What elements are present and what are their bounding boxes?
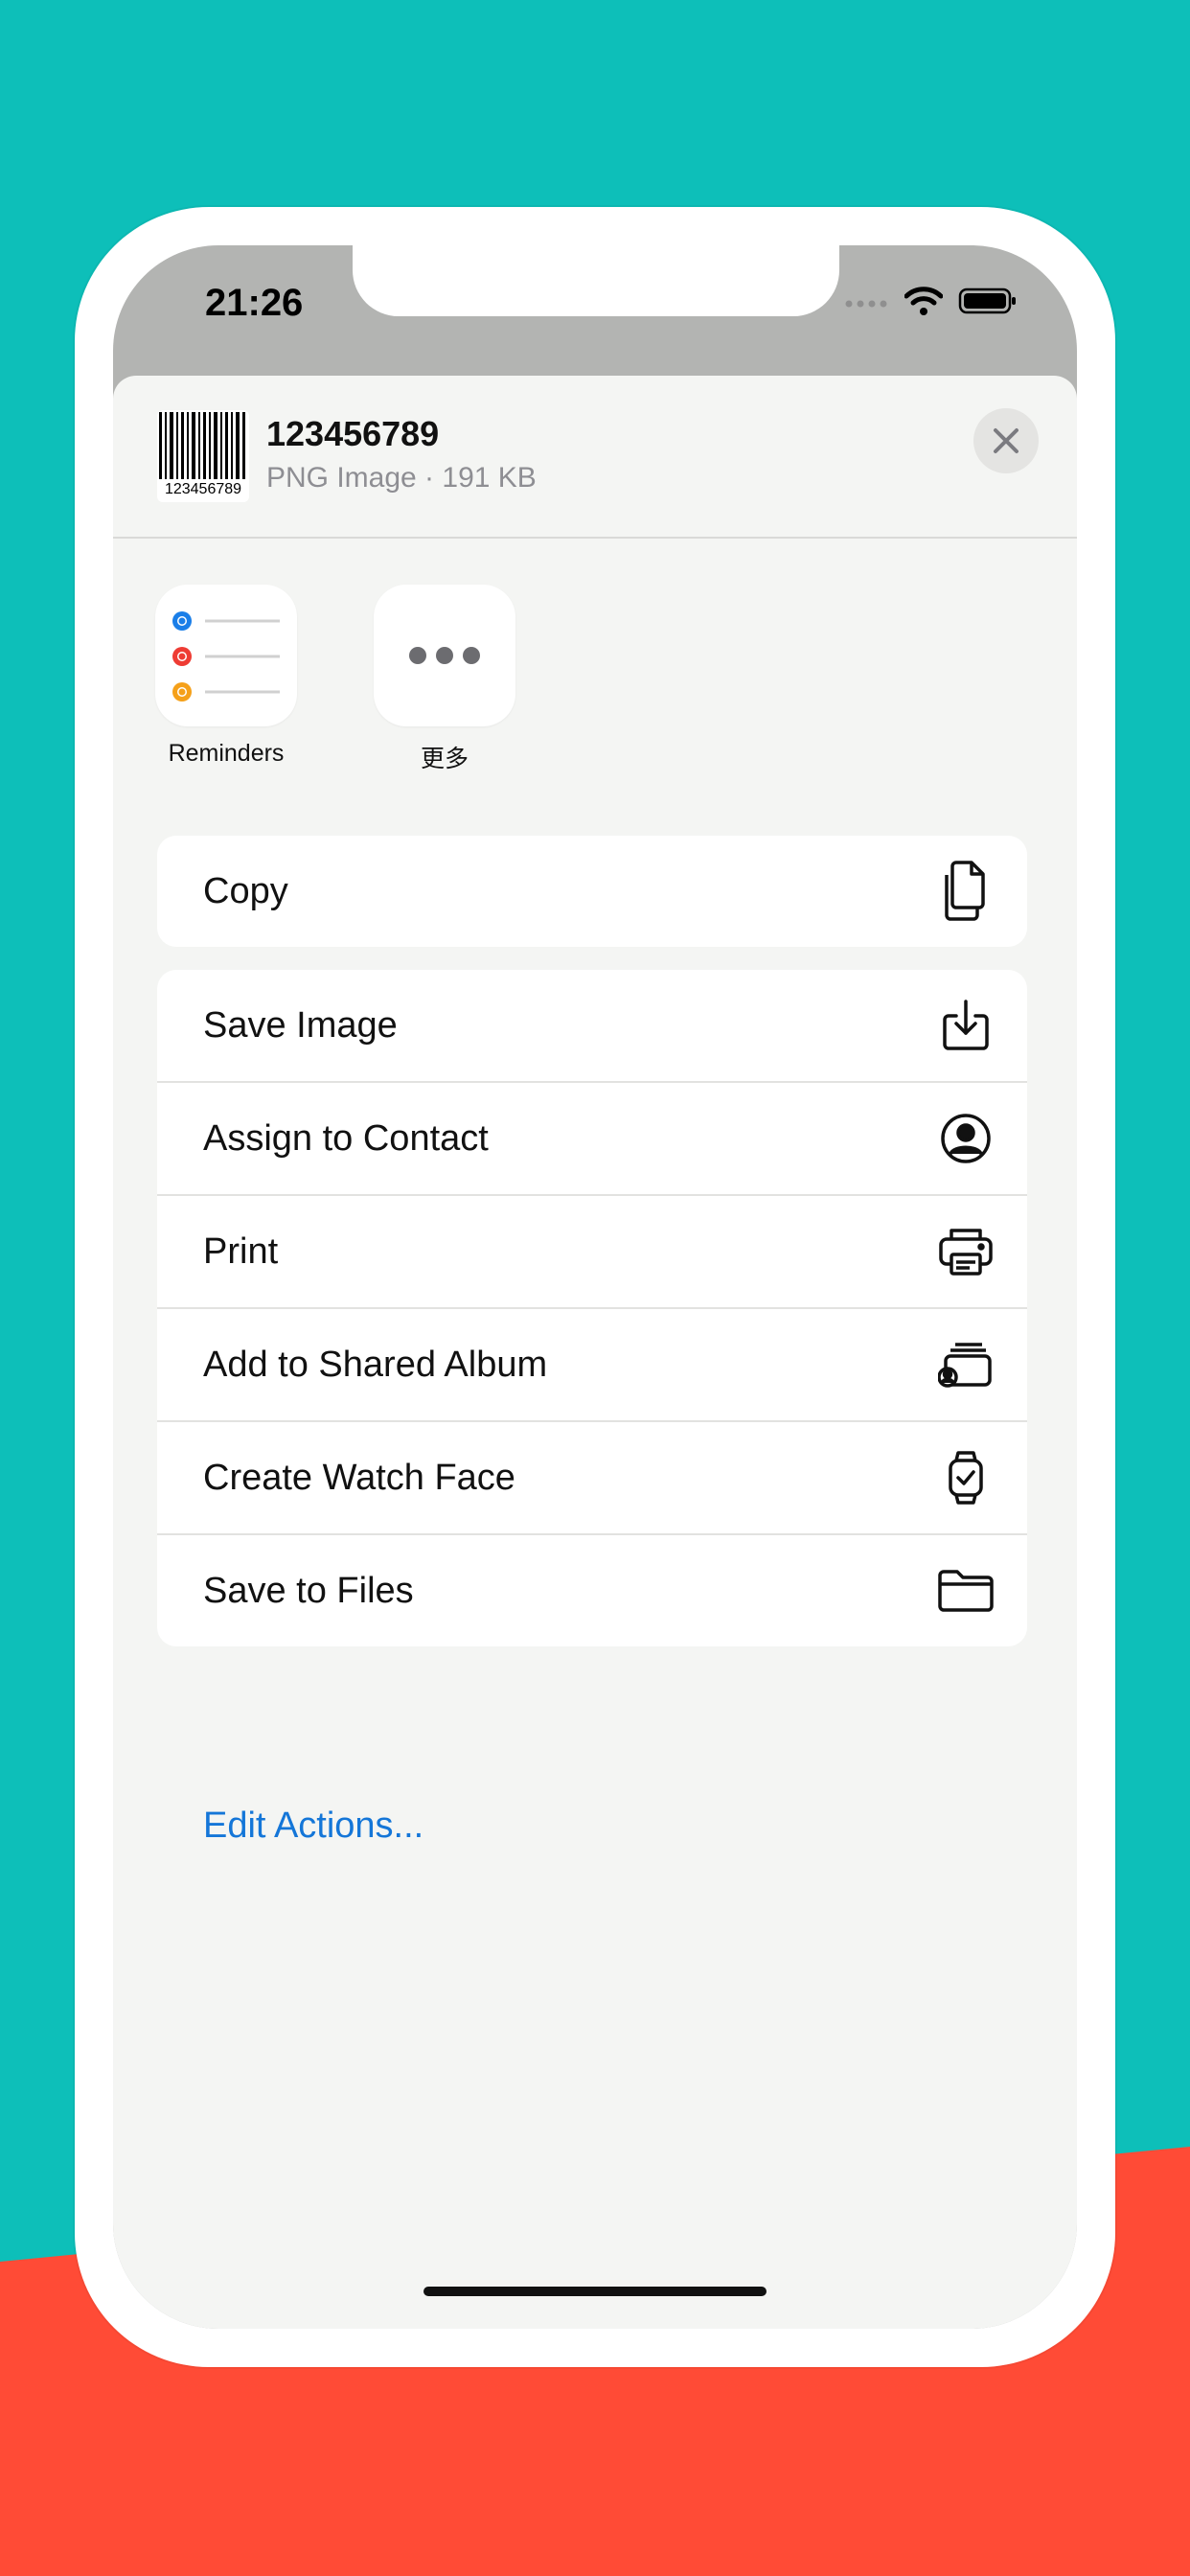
action-label: Create Watch Face: [203, 1457, 515, 1498]
copy-action-group: Copy: [157, 836, 1027, 947]
file-title: 123456789: [266, 414, 440, 453]
signal-icon: [845, 300, 887, 308]
barcode-caption: 123456789: [164, 481, 242, 497]
close-button[interactable]: [973, 408, 1039, 473]
status-indicators: [845, 286, 1018, 316]
share-apps-row: Reminders 更多: [153, 585, 517, 774]
save-image-icon: [937, 997, 995, 1054]
wifi-icon: [904, 287, 943, 315]
home-indicator[interactable]: [423, 2287, 767, 2296]
printer-icon: [937, 1223, 995, 1280]
action-label: Add to Shared Album: [203, 1344, 548, 1385]
share-sheet-header: 123456789 123456789 PNG Image · 191 KB: [113, 376, 1077, 539]
contact-icon: [937, 1110, 995, 1167]
action-save-to-files[interactable]: Save to Files: [157, 1533, 1027, 1646]
action-print[interactable]: Print: [157, 1194, 1027, 1307]
phone-screen: 21:26 123456789 123456789 PNG Image · 19…: [113, 245, 1077, 2329]
file-subtitle: PNG Image · 191 KB: [266, 462, 537, 494]
notch: [353, 245, 839, 316]
watch-icon: [937, 1449, 995, 1506]
action-label: Assign to Contact: [203, 1117, 489, 1159]
battery-icon: [958, 288, 1016, 314]
copy-icon: [937, 861, 995, 921]
action-assign-to-contact[interactable]: Assign to Contact: [157, 1081, 1027, 1194]
app-label-more: 更多: [420, 746, 469, 772]
action-label: Save to Files: [203, 1570, 414, 1611]
status-time: 21:26: [205, 282, 304, 324]
action-label: Copy: [203, 870, 288, 911]
more-icon: [374, 585, 515, 726]
app-label-reminders: Reminders: [168, 740, 285, 767]
barcode-thumbnail: 123456789: [157, 410, 249, 502]
share-sheet: 123456789 123456789 PNG Image · 191 KB R…: [113, 376, 1077, 2329]
close-icon: [994, 428, 1018, 453]
app-more[interactable]: 更多: [372, 585, 517, 774]
action-copy[interactable]: Copy: [157, 836, 1027, 947]
action-add-to-shared-album[interactable]: Add to Shared Album: [157, 1307, 1027, 1420]
actions-group: Save Image Assign to Contact Print Add t…: [157, 970, 1027, 1646]
action-save-image[interactable]: Save Image: [157, 970, 1027, 1081]
reminders-icon: [155, 585, 297, 726]
folder-icon: [937, 1562, 995, 1620]
action-label: Print: [203, 1230, 279, 1272]
action-label: Save Image: [203, 1004, 398, 1046]
shared-album-icon: [937, 1336, 995, 1393]
edit-actions-link[interactable]: Edit Actions...: [203, 1806, 423, 1847]
app-reminders[interactable]: Reminders: [153, 585, 299, 774]
action-create-watch-face[interactable]: Create Watch Face: [157, 1420, 1027, 1533]
